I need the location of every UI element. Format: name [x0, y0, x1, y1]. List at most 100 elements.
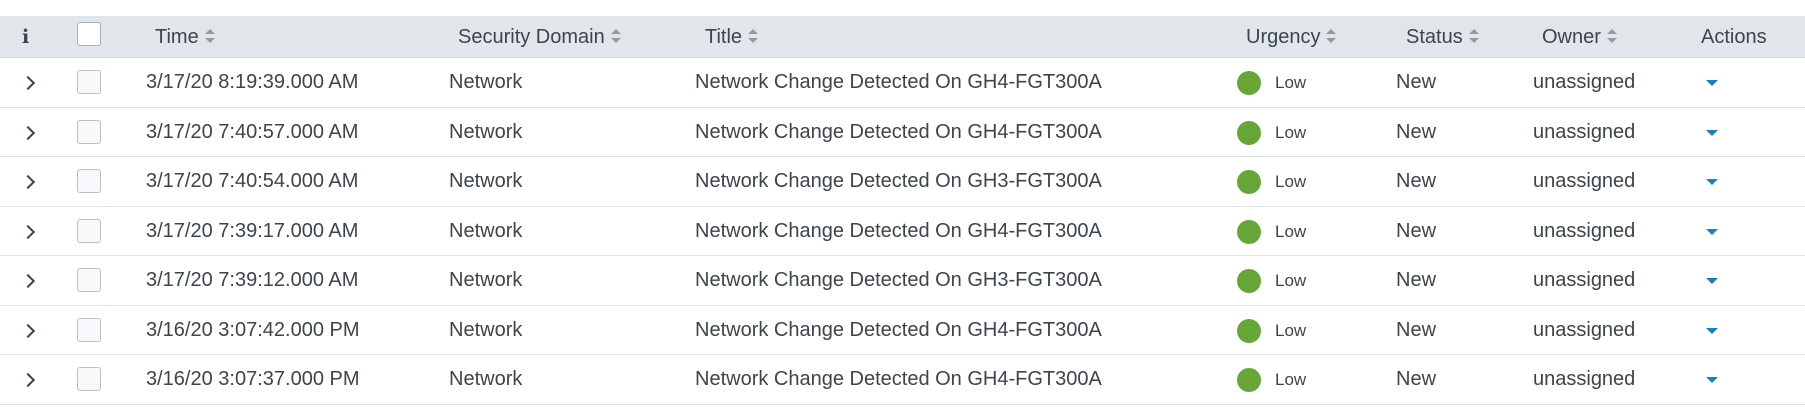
table-row: 3/17/20 7:40:57.000 AM Network Network C…	[0, 108, 1805, 157]
urgency-cell: Low	[1275, 271, 1307, 290]
title-cell: Network Change Detected On GH4-FGT300A	[695, 318, 1102, 341]
owner-cell: unassigned	[1533, 219, 1636, 242]
time-cell: 3/17/20 7:40:57.000 AM	[146, 120, 359, 143]
row-checkbox[interactable]	[77, 169, 101, 193]
sort-icon[interactable]	[1606, 28, 1617, 43]
urgency-dot-icon	[1237, 71, 1261, 95]
sort-icon[interactable]	[1468, 28, 1479, 43]
urgency-dot-icon	[1237, 318, 1261, 343]
status-cell: New	[1396, 269, 1437, 291]
column-header-urgency-label: Urgency	[1246, 26, 1321, 48]
info-icon[interactable]: i	[22, 16, 29, 58]
time-cell: 3/16/20 3:07:37.000 PM	[146, 368, 360, 390]
chevron-right-icon[interactable]	[22, 75, 36, 89]
time-cell: 3/17/20 8:19:39.000 AM	[146, 71, 359, 93]
table-row: 3/16/20 3:07:42.000 PM Network Network C…	[0, 306, 1805, 355]
sort-icon[interactable]	[1326, 28, 1337, 43]
urgency-cell: Low	[1275, 320, 1307, 340]
chevron-right-icon[interactable]	[22, 125, 36, 139]
row-checkbox[interactable]	[77, 317, 101, 342]
column-header-status[interactable]: Status	[1406, 16, 1479, 58]
column-header-status-label: Status	[1406, 26, 1463, 48]
owner-cell: unassigned	[1533, 170, 1636, 192]
security-domain-cell: Network	[449, 71, 523, 93]
row-checkbox[interactable]	[77, 70, 101, 94]
security-domain-cell: Network	[449, 368, 523, 390]
title-cell: Network Change Detected On GH4-FGT300A	[695, 71, 1102, 93]
status-cell: New	[1396, 219, 1437, 242]
table-row: 3/17/20 7:39:12.000 AM Network Network C…	[0, 256, 1805, 306]
urgency-dot-icon	[1237, 269, 1261, 293]
time-cell: 3/17/20 7:39:17.000 AM	[146, 219, 359, 242]
sort-icon[interactable]	[610, 28, 621, 43]
sort-icon[interactable]	[748, 28, 759, 43]
title-cell: Network Change Detected On GH3-FGT300A	[695, 269, 1102, 291]
column-header-actions: Actions	[1701, 26, 1767, 48]
time-cell: 3/17/20 7:40:54.000 AM	[146, 170, 359, 192]
sort-icon[interactable]	[204, 28, 215, 43]
status-cell: New	[1396, 318, 1437, 341]
actions-dropdown-icon[interactable]	[1706, 80, 1718, 86]
time-cell: 3/17/20 7:39:12.000 AM	[146, 269, 359, 291]
time-cell: 3/16/20 3:07:42.000 PM	[146, 318, 360, 341]
title-cell: Network Change Detected On GH4-FGT300A	[695, 368, 1102, 390]
urgency-cell: Low	[1275, 73, 1307, 92]
owner-cell: unassigned	[1533, 71, 1636, 93]
status-cell: New	[1396, 170, 1437, 192]
column-header-owner-label: Owner	[1542, 26, 1601, 48]
select-all-checkbox[interactable]	[77, 22, 101, 46]
owner-cell: unassigned	[1533, 269, 1636, 291]
actions-dropdown-icon[interactable]	[1706, 228, 1718, 235]
table-row: 3/17/20 7:39:17.000 AM Network Network C…	[0, 207, 1805, 256]
owner-cell: unassigned	[1533, 120, 1636, 143]
urgency-dot-icon	[1237, 170, 1261, 194]
security-domain-cell: Network	[449, 318, 523, 341]
chevron-right-icon[interactable]	[22, 273, 36, 287]
column-header-title[interactable]: Title	[705, 16, 759, 58]
security-domain-cell: Network	[449, 269, 523, 291]
actions-dropdown-icon[interactable]	[1706, 377, 1718, 383]
column-header-owner[interactable]: Owner	[1542, 16, 1617, 58]
row-checkbox[interactable]	[77, 119, 101, 144]
column-header-urgency[interactable]: Urgency	[1246, 16, 1337, 58]
actions-dropdown-icon[interactable]	[1706, 327, 1718, 334]
urgency-dot-icon	[1237, 219, 1261, 244]
table-body: 3/17/20 8:19:39.000 AM Network Network C…	[0, 58, 1805, 405]
status-cell: New	[1396, 71, 1437, 93]
column-header-security-domain-label: Security Domain	[458, 26, 605, 48]
security-domain-cell: Network	[449, 170, 523, 192]
table-row: 3/16/20 3:07:37.000 PM Network Network C…	[0, 355, 1805, 405]
chevron-right-icon[interactable]	[22, 174, 36, 188]
column-header-time[interactable]: Time	[155, 16, 215, 58]
chevron-right-icon[interactable]	[22, 372, 36, 386]
title-cell: Network Change Detected On GH4-FGT300A	[695, 120, 1102, 143]
row-checkbox[interactable]	[77, 367, 101, 391]
status-cell: New	[1396, 368, 1437, 390]
urgency-cell: Low	[1275, 172, 1307, 191]
table-row: 3/17/20 7:40:54.000 AM Network Network C…	[0, 157, 1805, 207]
urgency-cell: Low	[1275, 122, 1307, 142]
chevron-right-icon[interactable]	[22, 323, 36, 337]
column-header-security-domain[interactable]: Security Domain	[458, 16, 621, 58]
urgency-cell: Low	[1275, 370, 1307, 389]
table-header: i Time Security Domain Title Urgency Sta…	[0, 16, 1805, 58]
column-header-title-label: Title	[705, 26, 743, 48]
notable-events-table: i Time Security Domain Title Urgency Sta…	[0, 16, 1805, 405]
row-checkbox[interactable]	[77, 268, 101, 292]
owner-cell: unassigned	[1533, 368, 1636, 390]
row-checkbox[interactable]	[77, 218, 101, 243]
actions-dropdown-icon[interactable]	[1706, 278, 1718, 284]
security-domain-cell: Network	[449, 120, 523, 143]
title-cell: Network Change Detected On GH4-FGT300A	[695, 219, 1102, 242]
actions-dropdown-icon[interactable]	[1706, 179, 1718, 185]
actions-dropdown-icon[interactable]	[1706, 129, 1718, 136]
status-cell: New	[1396, 120, 1437, 143]
chevron-right-icon[interactable]	[22, 224, 36, 238]
urgency-dot-icon	[1237, 368, 1261, 392]
title-cell: Network Change Detected On GH3-FGT300A	[695, 170, 1102, 192]
urgency-cell: Low	[1275, 221, 1307, 241]
owner-cell: unassigned	[1533, 318, 1636, 341]
table-row: 3/17/20 8:19:39.000 AM Network Network C…	[0, 58, 1805, 108]
security-domain-cell: Network	[449, 219, 523, 242]
urgency-dot-icon	[1237, 120, 1261, 145]
